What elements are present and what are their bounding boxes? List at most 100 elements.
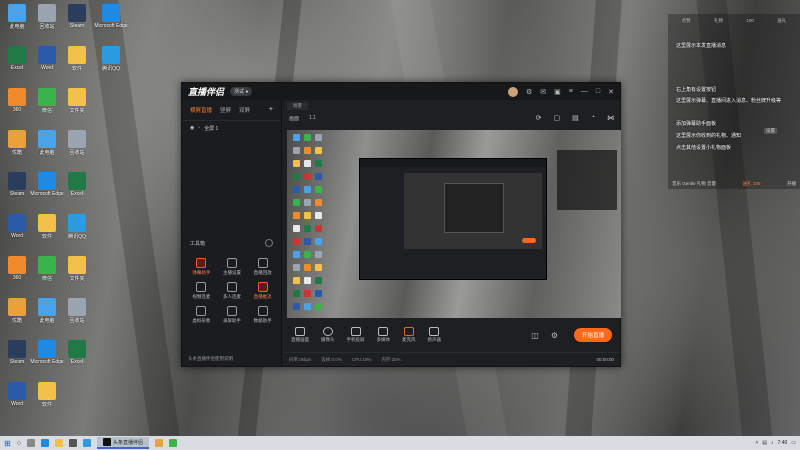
desktop-icon[interactable]: 回收站 — [62, 298, 92, 324]
tool-label: 弹幕助手 — [192, 270, 211, 275]
close-icon[interactable]: ✕ — [608, 88, 614, 96]
preview-desktop-icon — [293, 173, 300, 180]
maximize-icon[interactable]: □ — [596, 88, 600, 95]
preview-desktop-icon — [304, 303, 311, 310]
crop-icon[interactable]: ▢ — [554, 114, 561, 122]
media-button[interactable]: 多媒体 — [377, 327, 390, 343]
desktop-icon[interactable]: 此电脑 — [32, 298, 62, 324]
desktop-icon[interactable]: Excel — [62, 340, 92, 365]
settings-icon[interactable]: ⚙ — [526, 88, 532, 96]
desktop-icon[interactable]: 此电脑 — [2, 4, 32, 30]
tool-item[interactable]: 主播设置 — [217, 258, 248, 276]
desktop-icon[interactable]: 优酷 — [2, 298, 32, 324]
volume-icon[interactable]: ♪ — [771, 440, 774, 446]
menu-icon[interactable]: ≡ — [569, 88, 573, 95]
speaker-button[interactable]: 扬声器 — [428, 327, 441, 343]
chat-line: 这里展示本发直播消息 — [676, 43, 727, 49]
desktop-icon[interactable]: 腾讯QQ — [96, 46, 126, 72]
start-live-button[interactable]: 开始直播 — [573, 328, 612, 342]
lock-icon[interactable]: ▫ — [198, 125, 200, 132]
live-preview[interactable] — [287, 130, 621, 318]
desktop-icon[interactable]: 软件 — [62, 46, 92, 72]
desktop-icon[interactable]: 优酷 — [2, 130, 32, 156]
avatar[interactable] — [508, 86, 519, 97]
desktop-icon[interactable]: Microsoft Edge — [30, 172, 64, 197]
tool-item[interactable]: 多人连麦 — [217, 282, 248, 300]
tray-arrow-icon[interactable]: ˄ — [755, 440, 758, 446]
bell-icon[interactable]: ◔ — [591, 114, 595, 122]
desktop-icon[interactable]: Microsoft Edge — [30, 340, 64, 365]
preview-desktop-icon — [315, 134, 322, 141]
desktop-icon[interactable]: Steam — [62, 4, 92, 29]
tool-item[interactable]: 直播回放 — [247, 258, 278, 276]
mail-icon[interactable]: ✉ — [540, 88, 546, 96]
refresh-icon[interactable]: ⟳ — [536, 114, 542, 122]
app-icon — [102, 4, 120, 22]
tool-item[interactable]: 直播推流 — [247, 282, 278, 300]
taskbar-app-livestream[interactable]: 头条直播伴侣 — [96, 437, 149, 449]
edge-taskbar-icon[interactable] — [40, 439, 49, 447]
desktop-icon[interactable]: Excel — [2, 46, 32, 71]
wechat-taskbar-icon[interactable] — [168, 439, 177, 447]
notification-icon[interactable]: ▭ — [791, 440, 796, 446]
desktop-icon[interactable]: 回收站 — [62, 130, 92, 156]
desktop-icon[interactable]: 360 — [2, 256, 32, 281]
desktop-icon[interactable]: 软件 — [32, 382, 62, 408]
desktop-icon[interactable]: 回收站 — [32, 4, 62, 30]
desktop-icon[interactable]: 此电脑 — [32, 130, 62, 156]
camera-button[interactable]: 摄像头 — [321, 327, 335, 343]
help-link[interactable]: 头条直播伴侣使用说明 — [188, 356, 233, 362]
desktop-icon[interactable]: 360 — [2, 88, 32, 113]
layers-icon[interactable]: ▤ — [572, 114, 579, 122]
desktop-icon[interactable]: 文件夹 — [62, 88, 92, 114]
desktop-icon[interactable]: 微信 — [32, 88, 62, 114]
eye-icon[interactable]: ◉ — [190, 125, 194, 132]
desktop-icon[interactable]: 腾讯QQ — [62, 214, 92, 240]
screen-capture-button[interactable]: 直播画面 — [291, 327, 309, 343]
desktop-icon[interactable]: Word — [2, 214, 32, 239]
windows-start-icon[interactable]: ⊞ — [4, 439, 11, 448]
toolbox-toggle[interactable] — [265, 239, 273, 247]
search-icon[interactable]: ○ — [17, 440, 21, 447]
qq-taskbar-icon[interactable] — [82, 439, 91, 447]
tool-item[interactable]: 视频连麦 — [186, 282, 217, 300]
preview-desktop-icon — [304, 251, 311, 258]
desktop-icon[interactable]: Word — [2, 382, 32, 407]
desktop-icon-label: 腾讯QQ — [102, 66, 120, 72]
tool-item[interactable]: 数据助手 — [247, 306, 278, 324]
clock[interactable]: 7:40 — [778, 440, 788, 446]
tool-item[interactable]: 虚拟形象 — [186, 306, 217, 324]
share-icon[interactable]: ⋈ — [607, 114, 614, 122]
desktop-icon[interactable]: 文件夹 — [62, 256, 92, 282]
record-icon[interactable]: ◫ — [531, 331, 539, 340]
explorer-taskbar-icon[interactable] — [54, 439, 63, 447]
tab-landscape[interactable]: 横屏直播 — [190, 106, 212, 114]
tool-item[interactable]: 录屏助手 — [217, 306, 248, 324]
minimize-icon[interactable]: — — [581, 88, 588, 95]
desktop-icon[interactable]: Steam — [2, 340, 32, 365]
desktop-icon[interactable]: 微信 — [32, 256, 62, 282]
version-badge[interactable]: 测试 ● — [230, 87, 253, 96]
tab-portrait[interactable]: 竖屏 — [220, 106, 231, 114]
preview-tab[interactable]: 场景 — [287, 102, 308, 110]
desktop-icon[interactable]: Excel — [62, 172, 92, 197]
chrome-taskbar-icon[interactable] — [154, 439, 163, 447]
scene-item[interactable]: ◉ ▫ 全屏 1 — [182, 121, 281, 136]
desktop-icon[interactable]: 软件 — [32, 214, 62, 240]
settings-gear-icon[interactable]: ⚙ — [551, 331, 558, 340]
tab-dual[interactable]: 双屏 — [239, 106, 250, 114]
chat-tag[interactable]: 设置 — [764, 128, 777, 134]
add-scene-icon[interactable]: + — [269, 106, 273, 114]
gift-icon[interactable]: ▣ — [554, 88, 561, 96]
desktop-icon[interactable]: Steam — [2, 172, 32, 197]
phone-cast-button[interactable]: 手机投屏 — [347, 327, 365, 343]
taskview-icon[interactable] — [26, 439, 35, 447]
monitor-icon — [295, 327, 305, 336]
preview-desktop-icon — [304, 160, 311, 167]
desktop-icon[interactable]: Microsoft Edge — [94, 4, 128, 29]
desktop-icon[interactable]: Word — [32, 46, 62, 71]
network-icon[interactable]: ▤ — [762, 440, 767, 446]
microphone-button[interactable]: 麦克风 — [402, 327, 416, 343]
tool-item[interactable]: 弹幕助手 — [186, 258, 217, 276]
store-taskbar-icon[interactable] — [68, 439, 77, 447]
